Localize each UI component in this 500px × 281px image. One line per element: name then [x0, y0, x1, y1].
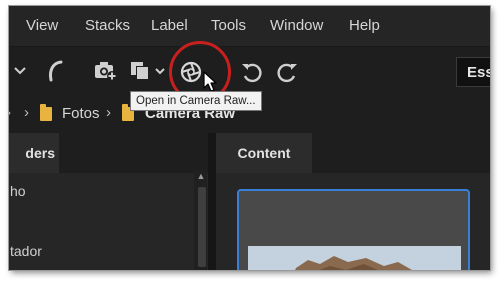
breadcrumb-separator: › — [106, 104, 111, 121]
rotate-right-icon[interactable] — [275, 61, 299, 83]
photo-preview — [248, 246, 461, 270]
folder-icon — [40, 104, 52, 121]
menu-help[interactable]: Help — [349, 17, 380, 34]
toolbar — [9, 47, 490, 97]
chevron-down-icon[interactable] — [13, 66, 27, 76]
tree-item[interactable]: tador — [10, 243, 42, 259]
menu-stacks[interactable]: Stacks — [85, 17, 130, 34]
menu-view[interactable]: View — [26, 17, 58, 34]
breadcrumb-separator: › — [24, 104, 29, 121]
menu-label[interactable]: Label — [151, 17, 188, 34]
breadcrumb-item-fotos[interactable]: Fotos — [62, 105, 100, 122]
scrollbar-thumb[interactable] — [198, 187, 206, 267]
bridge-window: View Stacks Label Tools Window Help Es ›… — [9, 6, 490, 270]
menu-bar: View Stacks Label Tools Window Help — [9, 6, 490, 47]
scroll-up-icon[interactable]: ▲ — [195, 170, 207, 182]
menu-tools[interactable]: Tools — [211, 17, 246, 34]
tab-folders[interactable]: ders — [9, 133, 59, 173]
panel-splitter[interactable] — [208, 133, 216, 270]
folders-panel: ders ho tador — [9, 133, 208, 270]
thumbnail-image[interactable] — [248, 246, 461, 270]
menu-window[interactable]: Window — [270, 17, 323, 34]
breadcrumb-separator: › — [9, 104, 11, 121]
tab-strip — [59, 133, 208, 173]
tab-strip — [312, 133, 490, 173]
tree-item[interactable]: ho — [10, 183, 26, 199]
workspace-selector[interactable]: Ess — [456, 57, 490, 87]
tooltip: Open in Camera Raw... — [130, 91, 262, 111]
rotate-left-icon[interactable] — [240, 61, 264, 83]
camera-import-icon[interactable] — [93, 59, 119, 83]
copy-output-icon[interactable] — [129, 60, 169, 82]
tab-content[interactable]: Content — [216, 133, 312, 173]
boomerang-icon[interactable] — [45, 58, 65, 84]
